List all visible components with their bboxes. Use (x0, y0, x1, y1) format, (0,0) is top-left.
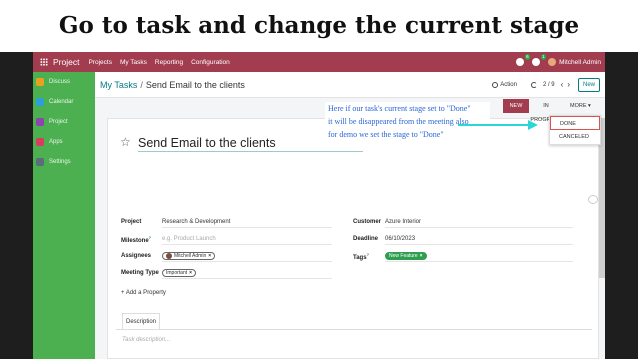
deadline-label: Deadline (353, 236, 379, 242)
remove-tag-icon[interactable]: × (208, 252, 211, 260)
deadline-value[interactable]: 06/10/2023 (385, 234, 573, 245)
customer-value[interactable]: Azure Interior (385, 217, 573, 228)
app-grid-icon[interactable] (40, 58, 48, 66)
assignee-avatar (166, 252, 172, 259)
breadcrumb-separator: / (140, 79, 143, 90)
breadcrumb-current: Send Email to the clients (145, 79, 245, 90)
new-button[interactable]: New (577, 77, 600, 92)
sidebar-item-label: Discuss (49, 79, 71, 85)
meeting-type-label: Meeting Type (121, 270, 159, 276)
annotation-line: Here if our task's current stage set to … (328, 104, 471, 113)
project-field: Project Research & Development (121, 216, 332, 228)
user-name[interactable]: Mitchell Admin (559, 59, 601, 66)
assignees-input[interactable]: Mitchell Admin × (162, 251, 332, 262)
refresh-icon[interactable] (530, 81, 537, 88)
customer-label: Customer (353, 219, 382, 225)
settings-icon (36, 158, 44, 166)
menu-configuration[interactable]: Configuration (191, 59, 230, 66)
pager-value[interactable]: 2 / 9 (543, 82, 555, 88)
remove-tag-icon[interactable]: × (189, 269, 192, 277)
assignees-label: Assignees (121, 253, 152, 259)
task-form-sheet: ☆ Send Email to the clients Project Rese… (107, 118, 599, 359)
stage-option-done[interactable]: DONE (550, 116, 600, 130)
sidebar-item-label: Calendar (49, 99, 74, 105)
assignee-name: Mitchell Admin (174, 252, 207, 259)
remove-tag-icon[interactable]: × (420, 252, 423, 260)
video-frame: Project Projects My Tasks Reporting Conf… (0, 52, 638, 359)
chat-icon[interactable]: 6 (516, 54, 531, 66)
breadcrumb-parent[interactable]: My Tasks (100, 80, 137, 90)
annotation-line: for demo we set the stage to "Done" (328, 130, 444, 139)
sidebar-item-calendar[interactable]: Calendar (33, 92, 95, 112)
assignee-tag[interactable]: Mitchell Admin × (162, 251, 216, 260)
apps-icon (36, 138, 44, 146)
meeting-type-tag[interactable]: Important × (162, 268, 197, 277)
sidebar-item-label: Settings (49, 159, 71, 165)
slide-title: Go to task and change the current stage (58, 12, 580, 39)
chevron-left-icon[interactable]: ‹ (561, 80, 564, 89)
top-navbar: Project Projects My Tasks Reporting Conf… (33, 52, 605, 72)
assignees-field: Assignees Mitchell Admin × (121, 250, 332, 262)
breadcrumb-bar: My Tasks / Send Email to the clients Act… (95, 72, 605, 98)
chevron-right-icon[interactable]: › (567, 80, 570, 89)
milestone-input[interactable]: e.g. Product Launch (162, 234, 332, 245)
app-name[interactable]: Project (53, 57, 79, 67)
odoo-screen: Project Projects My Tasks Reporting Conf… (33, 52, 605, 359)
milestone-label-text: Milestone (121, 237, 149, 244)
activity-icon[interactable]: 1 (532, 54, 547, 66)
meeting-type-value: Important (166, 269, 188, 276)
menu-reporting[interactable]: Reporting (155, 59, 183, 66)
customer-field: Customer Azure Interior (353, 216, 573, 228)
menu-my-tasks[interactable]: My Tasks (120, 59, 147, 66)
action-button[interactable]: Action (500, 82, 517, 88)
project-icon (36, 118, 44, 126)
stage-option-canceled[interactable]: CANCELED (550, 130, 600, 144)
app-sidebar: Discuss Calendar Project Apps Settings (33, 72, 95, 359)
arrow-shaft (458, 124, 530, 126)
star-icon[interactable]: ☆ (120, 135, 131, 149)
chatter-toggle-icon[interactable] (588, 195, 598, 204)
discuss-icon (36, 78, 44, 86)
sidebar-item-project[interactable]: Project (33, 112, 95, 132)
calendar-icon (36, 98, 44, 106)
tab-description[interactable]: Description (122, 313, 160, 329)
project-label: Project (121, 219, 142, 225)
sidebar-item-apps[interactable]: Apps (33, 132, 95, 152)
deadline-field: Deadline 06/10/2023 (353, 233, 573, 245)
arrow-right-icon (458, 120, 540, 130)
meeting-type-input[interactable]: Important × (162, 268, 332, 279)
tags-label-text: Tags (353, 254, 367, 261)
stage-new[interactable]: NEW (503, 99, 529, 113)
sidebar-item-label: Apps (49, 139, 63, 145)
chat-badge: 6 (524, 54, 531, 60)
control-panel-right: Action 2 / 9 ‹ › New (492, 77, 605, 92)
arrow-head (528, 120, 538, 130)
stage-in-progress[interactable]: IN PROGRESS (529, 99, 563, 123)
milestone-field: Milestone? e.g. Product Launch (121, 233, 332, 245)
stage-dropdown-menu: DONE CANCELED (549, 115, 601, 145)
project-value[interactable]: Research & Development (162, 217, 332, 228)
navbar-right: 6 1 Mitchell Admin (516, 54, 601, 66)
stage-more-dropdown[interactable]: MORE ▾ (570, 99, 600, 113)
tags-field: Tags? New Feature × (353, 250, 573, 262)
tag-new-feature[interactable]: New Feature × (385, 251, 427, 260)
tag-label: New Feature (389, 252, 418, 259)
meeting-type-field: Meeting Type Important × (121, 267, 332, 279)
menu-projects[interactable]: Projects (88, 59, 111, 66)
gear-icon[interactable] (492, 81, 499, 88)
tutorial-annotation: Here if our task's current stage set to … (325, 102, 490, 141)
sidebar-item-settings[interactable]: Settings (33, 152, 95, 172)
tab-divider (116, 329, 592, 330)
description-input[interactable]: Task description... (122, 337, 170, 343)
add-property-button[interactable]: + Add a Property (121, 290, 166, 296)
tags-label: Tags? (353, 251, 370, 261)
sidebar-item-discuss[interactable]: Discuss (33, 72, 95, 92)
activity-badge: 1 (540, 54, 547, 60)
user-avatar[interactable] (548, 58, 557, 66)
milestone-label: Milestone? (121, 234, 152, 244)
tags-input[interactable]: New Feature × (385, 251, 573, 262)
sidebar-item-label: Project (49, 119, 68, 125)
